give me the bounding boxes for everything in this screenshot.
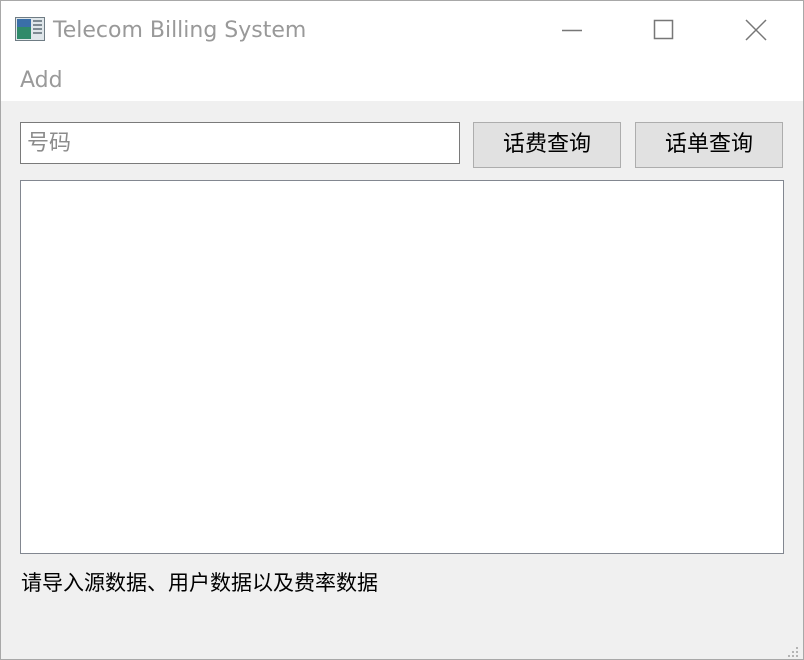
results-list[interactable] (20, 180, 784, 554)
minimize-button[interactable] (525, 1, 617, 59)
menu-bar: Add (1, 59, 803, 101)
maximize-button[interactable] (617, 1, 709, 59)
menu-item-add[interactable]: Add (18, 68, 65, 94)
status-message: 请导入源数据、用户数据以及费率数据 (21, 571, 378, 595)
title-bar[interactable]: Telecom Billing System (1, 1, 803, 59)
fee-query-button[interactable]: 话费查询 (473, 122, 621, 168)
app-icon (15, 17, 45, 41)
close-icon (745, 19, 767, 41)
window-title: Telecom Billing System (53, 18, 307, 43)
resize-grip-icon[interactable] (787, 643, 799, 657)
minimize-icon (562, 29, 582, 32)
bill-query-button[interactable]: 话单查询 (635, 122, 783, 168)
app-window: Telecom Billing System Add 话费查询 话单查询 请导入… (0, 0, 804, 660)
maximize-icon (653, 19, 674, 40)
close-button[interactable] (709, 1, 801, 59)
phone-number-input[interactable] (20, 122, 460, 164)
main-content: 话费查询 话单查询 请导入源数据、用户数据以及费率数据 (1, 101, 803, 659)
